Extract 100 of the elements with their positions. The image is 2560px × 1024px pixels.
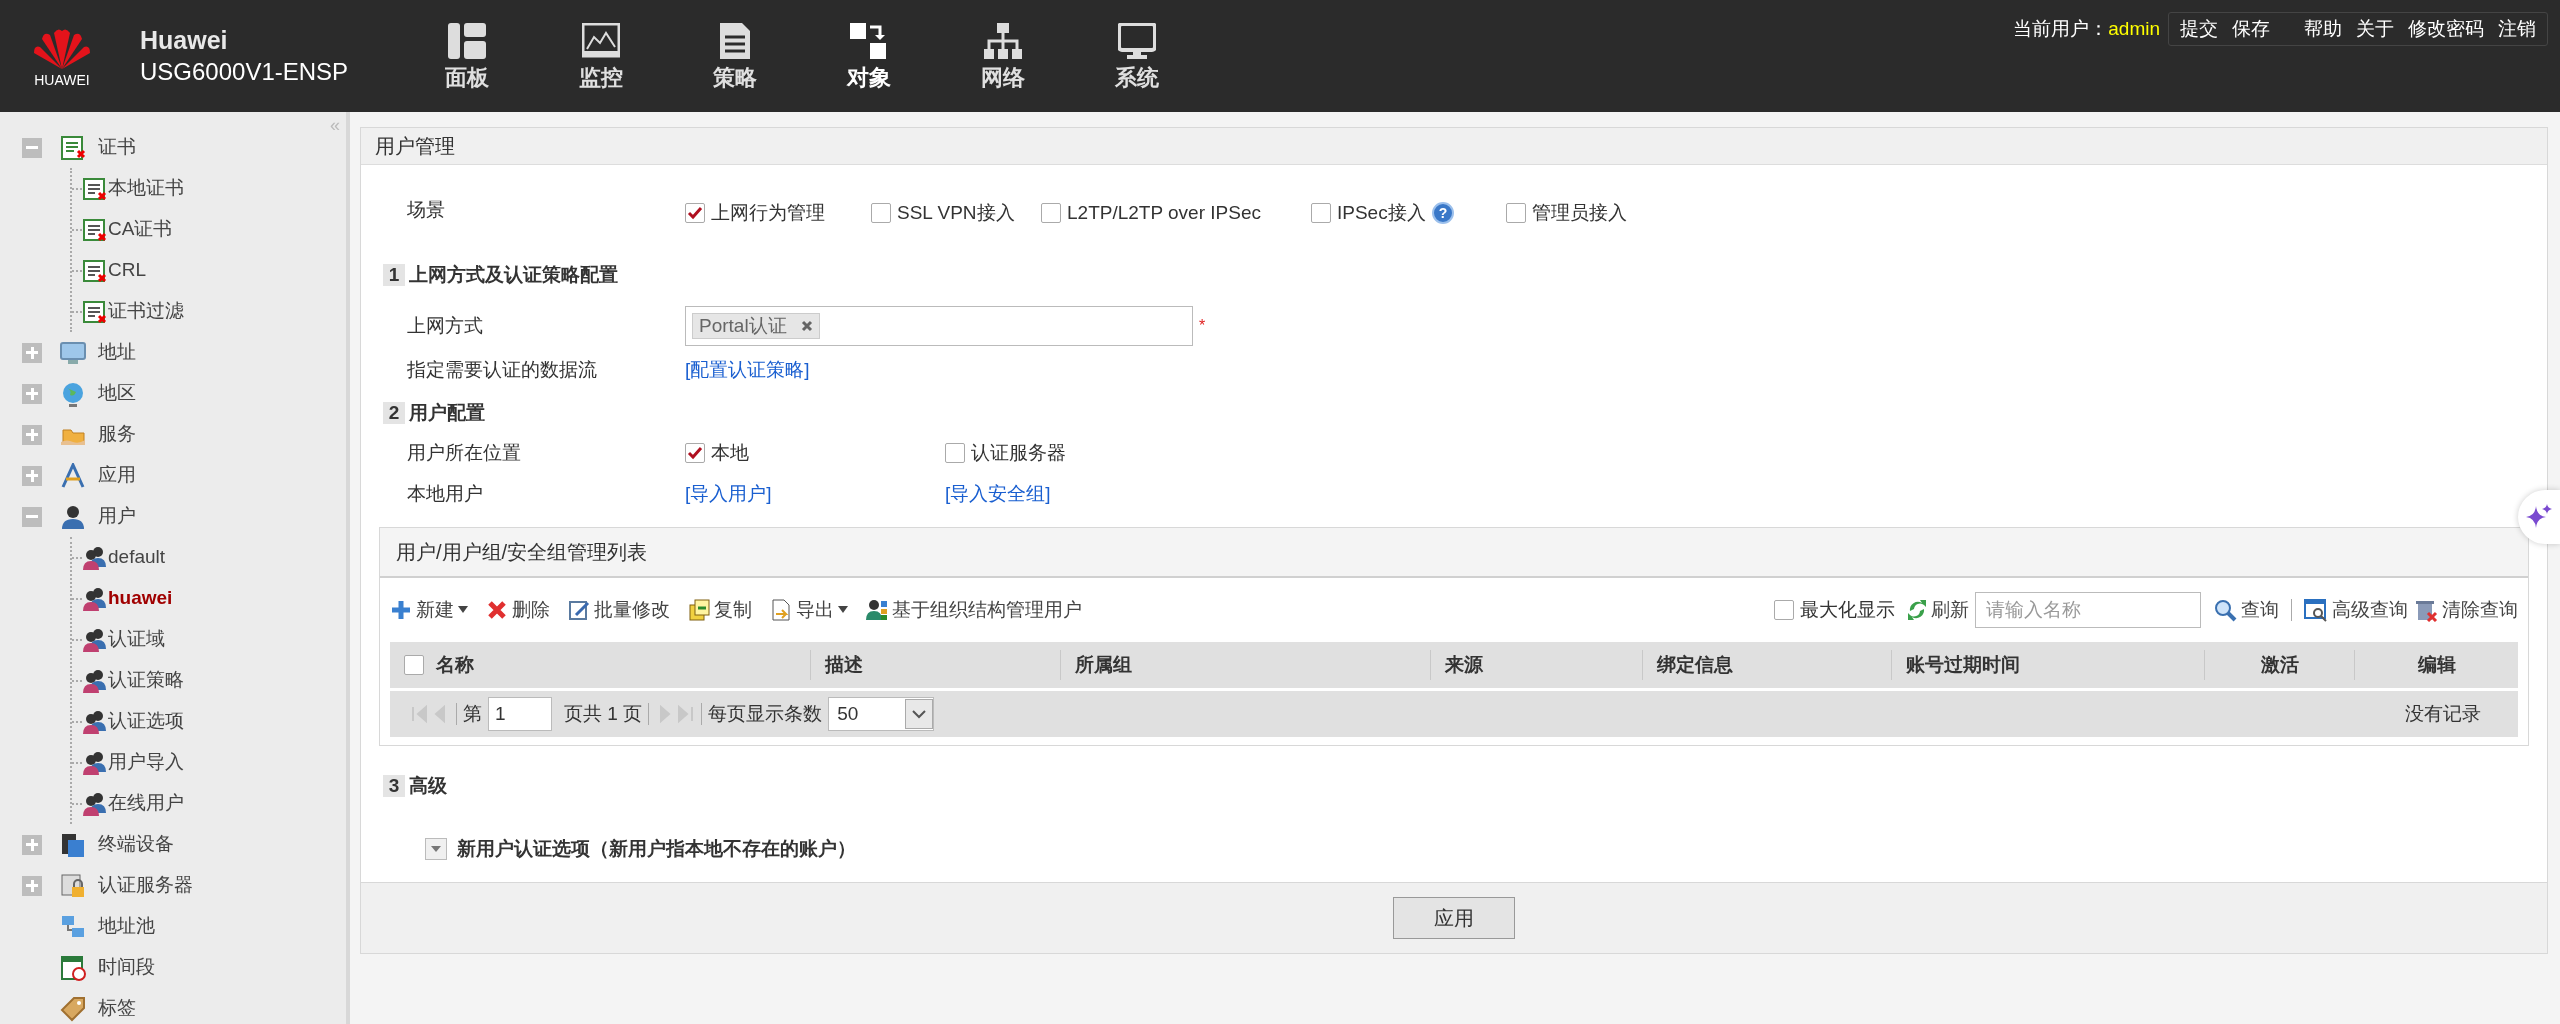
access-method-field[interactable]: Portal认证 <box>685 306 1193 346</box>
import-link[interactable]: [导入用户] <box>685 482 772 504</box>
search-field[interactable]: 请输入名称 <box>1975 592 2201 628</box>
caret-icon <box>838 606 848 614</box>
tree-toggle[interactable] <box>22 465 42 486</box>
logo-text: HUAWEI <box>34 73 90 87</box>
toolbar-button[interactable]: 删除 <box>486 595 550 625</box>
clear-search-button[interactable]: 清除查询 <box>2414 595 2518 625</box>
users-icon <box>82 749 108 776</box>
export-icon <box>770 599 792 621</box>
device-model: USG6000V1-ENSP <box>140 57 349 87</box>
caret-icon <box>458 606 468 614</box>
tree-item[interactable]: 认证域 <box>108 625 165 654</box>
tree-item[interactable]: 时间段 <box>98 953 155 982</box>
nav-tab[interactable]: 面板 <box>400 0 534 112</box>
tree-toggle[interactable] <box>22 506 42 527</box>
header-link[interactable]: 保存 <box>2225 14 2277 44</box>
checkbox-label: 最大化显示 <box>1800 597 1895 622</box>
checkbox[interactable] <box>945 443 965 463</box>
tree-toggle[interactable] <box>22 875 42 896</box>
current-user: admin <box>2108 16 2160 41</box>
tree-item[interactable]: 在线用户 <box>108 789 184 818</box>
apply-button[interactable]: 应用 <box>1393 896 1515 939</box>
field-label: 用户所在位置 <box>407 440 522 465</box>
tree-item[interactable]: 认证选项 <box>108 707 184 736</box>
nav-tab[interactable]: 监控 <box>534 0 668 112</box>
tree-item[interactable]: 用户 <box>98 502 136 531</box>
tree-toggle[interactable] <box>22 137 42 158</box>
tree-item[interactable]: default <box>108 543 166 572</box>
header-link[interactable]: 注销 <box>2491 14 2543 44</box>
toolbar-button[interactable]: 导出 <box>770 595 848 625</box>
checkbox[interactable] <box>685 443 705 463</box>
users-icon <box>82 585 108 612</box>
page-count-label: 页共 1 页 <box>564 701 643 726</box>
column-header: 编辑 <box>2417 652 2456 677</box>
refresh-button[interactable]: 刷新 <box>1907 595 1969 625</box>
search-icon <box>2213 598 2237 622</box>
tree-item[interactable]: 终端设备 <box>98 830 174 859</box>
search-button[interactable]: 查询 <box>2213 595 2279 625</box>
checkbox[interactable] <box>1311 203 1331 224</box>
toolbar-button[interactable]: 基于组织结构管理用户 <box>866 595 1082 625</box>
certificate-icon <box>82 175 108 202</box>
remove-icon[interactable] <box>800 320 813 332</box>
tree-item[interactable]: 应用 <box>98 461 136 490</box>
header-link[interactable]: 修改密码 <box>2401 14 2491 44</box>
tree-item[interactable]: 用户导入 <box>108 748 184 777</box>
tree-item[interactable]: 证书过滤 <box>108 297 184 326</box>
nav-tab[interactable]: 网络 <box>936 0 1070 112</box>
tree-item[interactable]: 服务 <box>98 420 136 449</box>
tree-item[interactable]: 地区 <box>98 379 136 408</box>
tree-toggle[interactable] <box>22 383 42 404</box>
checkbox[interactable] <box>404 655 424 675</box>
tree-toggle[interactable] <box>22 342 42 363</box>
toolbar-button[interactable]: 复制 <box>688 595 752 625</box>
refresh-icon <box>1907 599 1927 621</box>
certificate-icon <box>82 216 108 243</box>
column-header: 名称 <box>436 652 474 677</box>
checkbox-label: IPSec接入 <box>1337 201 1426 225</box>
server-lock-icon <box>60 872 86 899</box>
per-page-select[interactable]: 50 <box>828 697 935 731</box>
tree-item[interactable]: 证书 <box>98 133 136 162</box>
nav-tab[interactable]: 策略 <box>668 0 802 112</box>
checkbox[interactable] <box>1774 600 1794 620</box>
tree-item[interactable]: 标签 <box>98 994 136 1023</box>
nav-tab[interactable]: 对象 <box>802 0 936 112</box>
tree-toggle[interactable] <box>22 834 42 855</box>
tree-item[interactable]: CA证书 <box>108 215 173 244</box>
header-link[interactable]: 提交 <box>2173 14 2225 44</box>
toolbar-button[interactable]: 新建 <box>390 595 468 625</box>
column-header: 激活 <box>2260 652 2299 677</box>
selected-tag: Portal认证 <box>692 313 820 339</box>
page-number-field[interactable]: 1 <box>488 697 552 731</box>
checkbox[interactable] <box>1041 203 1061 224</box>
expand-icon <box>425 838 447 861</box>
required-mark: * <box>1199 316 1206 336</box>
advanced-search-button[interactable]: 高级查询 <box>2304 595 2408 625</box>
expander[interactable]: 新用户认证选项（新用户指本地不存在的账户） <box>425 835 856 864</box>
tree-item[interactable]: 本地证书 <box>108 174 184 203</box>
user-icon <box>60 503 86 530</box>
checkbox[interactable] <box>871 203 891 224</box>
checkbox[interactable] <box>1506 203 1526 224</box>
tag-icon <box>60 995 86 1022</box>
tree-item[interactable]: 地址 <box>98 338 136 367</box>
tree-item[interactable]: 认证策略 <box>108 666 184 695</box>
tree-toggle[interactable] <box>22 424 42 445</box>
nav-tab[interactable]: 系统 <box>1070 0 1204 112</box>
configure-policy-link[interactable]: [配置认证策略] <box>685 356 810 385</box>
computer-icon <box>1118 23 1156 59</box>
header-link[interactable]: 帮助 <box>2297 14 2349 44</box>
tree-item[interactable]: huawei <box>108 584 173 613</box>
brand-name: Huawei <box>140 25 229 56</box>
header-link[interactable]: 关于 <box>2349 14 2401 44</box>
checkbox[interactable] <box>685 203 705 224</box>
tree-item[interactable]: 认证服务器 <box>98 871 193 900</box>
section-title: 高级 <box>409 773 447 798</box>
tree-item[interactable]: CRL <box>108 256 146 285</box>
tree-item[interactable]: 地址池 <box>98 912 155 941</box>
toolbar-button[interactable]: 批量修改 <box>568 595 670 625</box>
import-link[interactable]: [导入安全组] <box>945 482 1051 504</box>
per-page-label: 每页显示条数 <box>708 701 823 726</box>
